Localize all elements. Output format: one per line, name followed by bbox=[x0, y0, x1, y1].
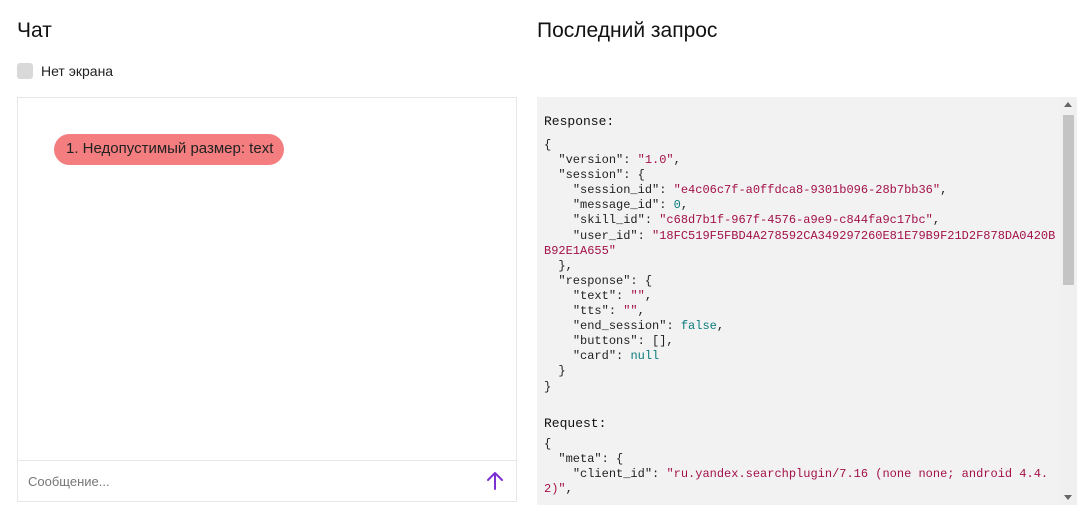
chat-message-bubble: 1. Недопустимый размер: text bbox=[54, 134, 285, 165]
request-json: { "meta": { "client_id": "ru.yandex.sear… bbox=[544, 437, 1049, 497]
no-screen-checkbox-row[interactable]: Нет экрана bbox=[17, 63, 113, 79]
send-button[interactable] bbox=[484, 470, 506, 492]
log-scrollbar[interactable] bbox=[1060, 97, 1077, 505]
chat-panel: 1. Недопустимый размер: text bbox=[17, 97, 517, 502]
response-json: { "version": "1.0", "session": { "sessio… bbox=[544, 138, 1056, 394]
request-label: Request: bbox=[544, 416, 607, 431]
scroll-thumb[interactable] bbox=[1063, 115, 1074, 285]
message-input[interactable] bbox=[18, 461, 478, 501]
last-request-title: Последний запрос bbox=[537, 19, 718, 42]
no-screen-label: Нет экрана bbox=[41, 63, 114, 79]
response-label: Response: bbox=[544, 114, 615, 129]
message-composer bbox=[18, 460, 516, 501]
scroll-up-icon[interactable] bbox=[1064, 102, 1072, 107]
no-screen-checkbox[interactable] bbox=[17, 63, 33, 79]
chat-title: Чат bbox=[17, 19, 52, 42]
scroll-down-icon[interactable] bbox=[1064, 495, 1072, 500]
last-request-log-panel[interactable]: Response: { "version": "1.0", "session":… bbox=[537, 97, 1077, 505]
arrow-up-icon bbox=[487, 472, 503, 490]
